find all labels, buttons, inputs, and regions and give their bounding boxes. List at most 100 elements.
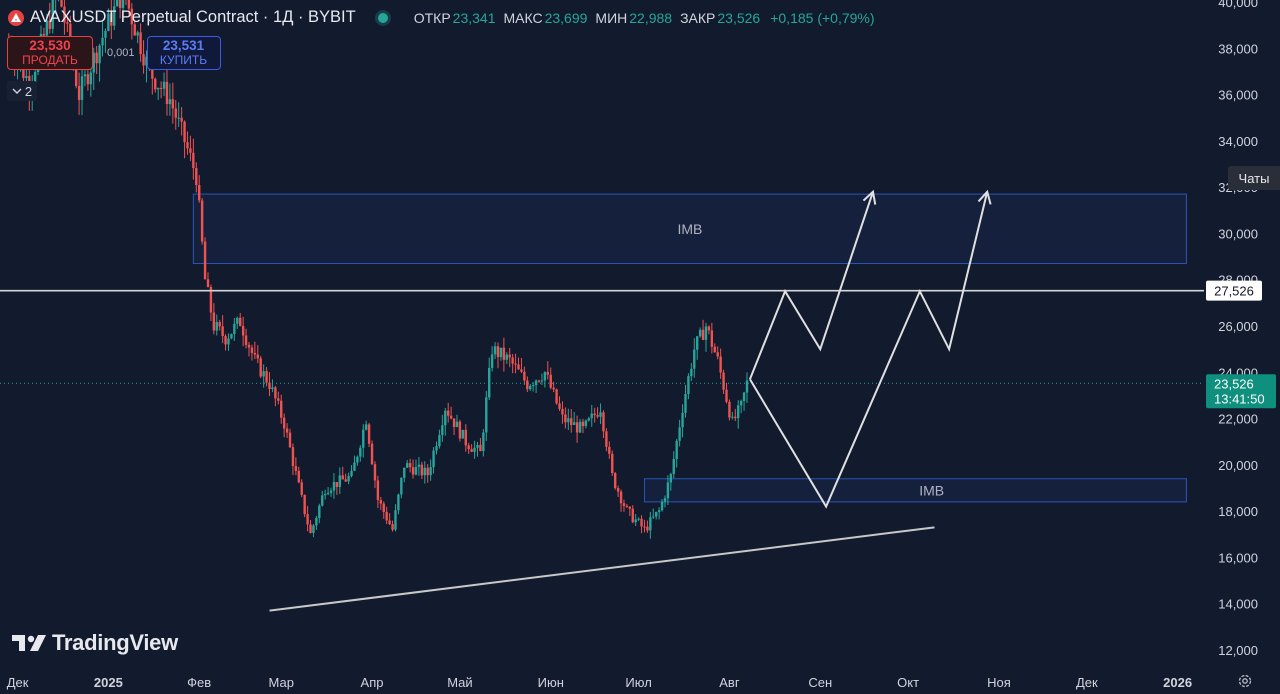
indicators-collapse-button[interactable]: 2	[7, 81, 37, 101]
candle-body	[353, 462, 356, 471]
price-tick-label: 36,000	[1218, 88, 1258, 103]
candle-body	[646, 526, 649, 531]
candle-body	[115, 0, 119, 7]
ohlc-value: 22,988	[629, 9, 673, 26]
buy-button[interactable]: 23,531 КУПИТЬ	[146, 36, 221, 70]
candle-body	[734, 416, 737, 419]
chats-button[interactable]: Чаты	[1228, 166, 1280, 190]
candle-body	[452, 418, 456, 428]
candle-body	[379, 500, 383, 504]
candle-body	[696, 336, 699, 350]
sell-button[interactable]: 23,530 ПРОДАТЬ	[7, 36, 93, 70]
imbalance-zone	[643, 478, 1187, 503]
candle-body	[285, 428, 289, 433]
candle-body	[233, 323, 236, 334]
candle-body	[640, 518, 643, 527]
candle-body	[505, 354, 508, 360]
ohlc-value: 23,526	[717, 9, 761, 26]
candle-body	[221, 326, 224, 337]
candle-body	[77, 85, 81, 100]
candle-body	[508, 354, 511, 358]
candle-body	[444, 410, 447, 426]
candle-body	[482, 432, 485, 452]
chevron-down-icon	[12, 88, 22, 94]
candle-body	[420, 464, 424, 476]
candle-body	[649, 517, 652, 531]
candle-body	[405, 463, 409, 468]
symbol-title[interactable]: AVAXUSDT Perpetual Contract · 1Д · BYBIT	[30, 8, 356, 27]
price-axis[interactable]: 12,00014,00016,00018,00020,00022,00024,0…	[1218, 0, 1258, 658]
candle-body	[567, 418, 570, 423]
candle-body	[121, 0, 125, 8]
candle-body	[224, 336, 227, 345]
candle-body	[364, 424, 368, 430]
imbalance-zone-label: IMB	[919, 482, 944, 498]
price-tick-label: 14,000	[1218, 597, 1258, 612]
candle-body	[159, 87, 163, 89]
candle-body	[154, 78, 157, 90]
candle-body	[347, 476, 350, 482]
imbalance-zone-label: IMB	[677, 221, 702, 237]
candle-body	[403, 467, 406, 478]
candle-body	[277, 398, 280, 401]
candle-body	[435, 446, 438, 451]
candle-body	[710, 330, 714, 347]
candle-body	[572, 422, 576, 425]
candle-body	[552, 387, 555, 390]
ohlc-key: ОТКР	[413, 9, 451, 26]
candle-body	[189, 148, 192, 153]
candle-body	[622, 503, 626, 506]
candle-body	[388, 520, 391, 525]
candle-body	[256, 354, 259, 359]
candle-body	[470, 449, 473, 452]
price-chart[interactable]: IMB IMB 12,000 14,000 16,000 18,000 20,000 22,…	[0, 0, 1280, 694]
candle-body	[698, 329, 702, 337]
tradingview-logo-icon	[12, 635, 46, 651]
candle-body	[634, 519, 637, 523]
candle-body	[408, 463, 412, 468]
market-open-indicator	[377, 12, 388, 23]
candle-body	[637, 518, 640, 520]
candle-body	[537, 380, 541, 382]
candle-body	[616, 488, 620, 492]
candle-body	[596, 415, 599, 417]
candle-body	[745, 380, 749, 393]
candle-body	[394, 510, 397, 530]
candle-body	[663, 498, 667, 502]
candle-body	[370, 443, 374, 465]
candle-body	[300, 482, 303, 495]
candle-body	[203, 241, 207, 280]
buy-price: 23,531	[162, 38, 205, 53]
candle-body	[321, 495, 324, 506]
price-tick-label: 26,000	[1218, 319, 1258, 334]
candle-body	[294, 466, 298, 471]
candle-body	[156, 87, 160, 90]
candle-body	[282, 417, 286, 429]
candle-body	[335, 482, 339, 488]
tradingview-logo[interactable]: TradingView	[12, 630, 178, 656]
candle-body	[206, 279, 210, 288]
candle-body	[177, 117, 180, 119]
candle-body	[540, 380, 544, 382]
price-tick-label: 38,000	[1218, 41, 1258, 56]
candle-body	[323, 494, 327, 496]
candle-body	[496, 346, 500, 358]
candle-body	[684, 393, 687, 413]
candle-body	[731, 416, 734, 418]
candle-body	[493, 346, 497, 355]
candle-body	[675, 440, 678, 460]
candle-body	[625, 505, 629, 507]
candle-body	[200, 200, 204, 242]
spread-value: 0,001	[107, 47, 135, 59]
buy-label: КУПИТЬ	[159, 53, 208, 67]
candle-body	[215, 322, 218, 331]
candle-body	[511, 357, 514, 364]
candle-body	[400, 477, 403, 495]
settings-gear-icon[interactable]	[1236, 672, 1254, 690]
candle-body	[274, 387, 277, 399]
time-tick-label: Ноя	[987, 675, 1011, 690]
candle-body	[739, 400, 743, 406]
time-tick-label: Сен	[808, 675, 832, 690]
candle-body	[86, 74, 90, 85]
candle-body	[575, 422, 579, 433]
